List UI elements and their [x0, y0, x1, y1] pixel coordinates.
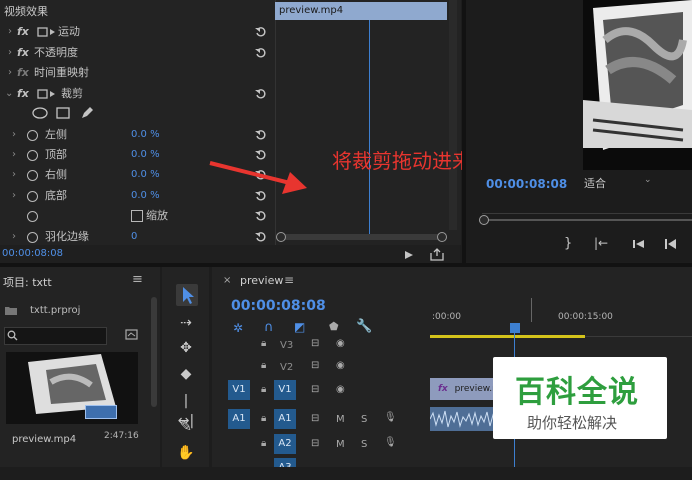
project-title: 项目: txtt — [3, 276, 52, 289]
ruler-label-mid: 00:00:15:00 — [558, 312, 613, 322]
thumbnail-image — [6, 352, 138, 424]
play-program-icon[interactable] — [664, 238, 678, 250]
arrow-to-panel-line — [209, 161, 291, 185]
mark-out-icon[interactable]: } — [564, 236, 572, 251]
step-back-icon[interactable] — [632, 239, 646, 249]
watermark-logo: 百科全说 助你轻松解决 — [493, 357, 667, 439]
thumbnail-badge — [85, 405, 117, 419]
project-item-thumbnail[interactable] — [6, 352, 138, 424]
program-frame-image — [583, 0, 692, 170]
watermark-title: 百科全说 — [515, 375, 639, 410]
project-file-name: txtt.prproj — [30, 305, 81, 316]
program-scrubber-handle[interactable] — [479, 215, 489, 225]
program-ruler — [482, 203, 692, 214]
eye-icon[interactable]: ◉ — [336, 384, 345, 395]
track-label-v2: V2 — [280, 362, 294, 373]
razor-tool-icon[interactable]: ◆ — [176, 364, 196, 384]
mute-button[interactable]: M — [336, 414, 345, 425]
nest-icon[interactable]: ✲ — [233, 321, 243, 335]
program-timecode[interactable]: 00:00:08:08 — [486, 177, 567, 191]
project-item-name: preview.mp4 — [12, 434, 77, 445]
sync-lock-icon[interactable]: ⊟ — [311, 338, 319, 349]
program-scrubber[interactable] — [482, 219, 692, 221]
ripple-edit-tool-icon[interactable]: ✥ — [176, 338, 196, 358]
fx-badge: fx — [438, 384, 448, 394]
snap-magnet-icon[interactable]: ∩ — [264, 320, 274, 335]
playhead-handle[interactable] — [510, 323, 520, 333]
ruler-label-start: :00:00 — [432, 312, 461, 322]
track-v1[interactable]: V1 🔒︎ V1 ⊟ ◉ — [214, 380, 430, 402]
track-select-tool-icon[interactable]: ⇢ — [176, 313, 196, 333]
track-a1[interactable]: A1 🔒︎ A1 ⊟ M S 🎙︎ — [214, 409, 430, 431]
close-tab-icon[interactable]: × — [223, 275, 231, 286]
chevron-down-icon: ⌄ — [644, 175, 652, 185]
selection-tool-icon[interactable] — [176, 284, 198, 306]
lock-icon[interactable]: 🔒︎ — [261, 413, 266, 424]
linked-selection-icon[interactable]: ◩ — [294, 320, 305, 334]
track-a3[interactable]: A3 — [214, 458, 430, 480]
track-label-a3[interactable]: A3 — [274, 458, 296, 467]
go-to-in-icon[interactable]: |← — [594, 236, 608, 250]
project-search-input[interactable] — [4, 327, 107, 345]
solo-button[interactable]: S — [361, 439, 367, 450]
track-label-a2[interactable]: A2 — [274, 434, 296, 454]
track-a2[interactable]: 🔒︎ A2 ⊟ M S 🎙︎ — [214, 434, 430, 456]
settings-wrench-icon[interactable]: 🔧 — [356, 319, 372, 334]
track-label-a1[interactable]: A1 — [274, 409, 296, 429]
eye-icon[interactable]: ◉ — [336, 360, 345, 371]
project-menu-icon[interactable]: ≡ — [132, 272, 143, 287]
program-zoom-value: 适合 — [584, 177, 606, 190]
project-scrollbar[interactable] — [151, 297, 157, 407]
folder-icon — [5, 307, 17, 315]
mute-button[interactable]: M — [336, 439, 345, 450]
source-patch-v1[interactable]: V1 — [228, 380, 250, 400]
sync-lock-icon[interactable]: ⊟ — [311, 360, 319, 371]
add-marker-icon[interactable]: ⬟ — [329, 320, 339, 333]
new-bin-icon[interactable] — [125, 329, 138, 340]
slip-tool-icon[interactable]: |↔| — [176, 391, 196, 429]
work-area-bar[interactable] — [430, 335, 585, 338]
lock-icon[interactable]: 🔒︎ — [261, 384, 266, 395]
search-icon — [7, 330, 18, 341]
solo-button[interactable]: S — [361, 414, 367, 425]
microphone-icon[interactable]: 🎙︎ — [384, 437, 397, 448]
track-label-v1[interactable]: V1 — [274, 380, 296, 400]
sequence-menu-icon[interactable]: ≡ — [284, 273, 294, 287]
program-zoom-select[interactable]: 适合 ⌄ — [580, 175, 656, 191]
panel-divider-v — [462, 0, 466, 263]
eye-icon[interactable]: ◉ — [336, 338, 345, 349]
track-v2[interactable]: 🔒︎ V2 ⊟ ◉ — [214, 356, 430, 378]
ruler-tick — [531, 298, 532, 322]
track-label-v3: V3 — [280, 340, 294, 351]
watermark-subtitle: 助你轻松解决 — [527, 414, 618, 432]
track-v3[interactable]: 🔒︎ V3 ⊟ ◉ — [214, 334, 430, 356]
sync-lock-icon[interactable]: ⊟ — [311, 438, 319, 449]
sync-lock-icon[interactable]: ⊟ — [311, 413, 319, 424]
hand-tool-icon[interactable]: ✋ — [176, 443, 196, 463]
program-video[interactable] — [583, 0, 692, 170]
sequence-tab[interactable]: preview — [240, 274, 283, 287]
project-item-duration: 2:47:16 — [104, 431, 139, 441]
sync-lock-icon[interactable]: ⊟ — [311, 384, 319, 395]
lock-icon[interactable]: 🔒︎ — [261, 338, 266, 349]
pen-tool-icon[interactable]: ✎ — [176, 417, 196, 437]
lock-icon[interactable]: 🔒︎ — [261, 360, 266, 371]
sequence-timecode[interactable]: 00:00:08:08 — [231, 298, 326, 314]
source-patch-a1[interactable]: A1 — [228, 409, 250, 429]
lock-icon[interactable]: 🔒︎ — [261, 438, 266, 449]
microphone-icon[interactable]: 🎙︎ — [384, 412, 397, 423]
